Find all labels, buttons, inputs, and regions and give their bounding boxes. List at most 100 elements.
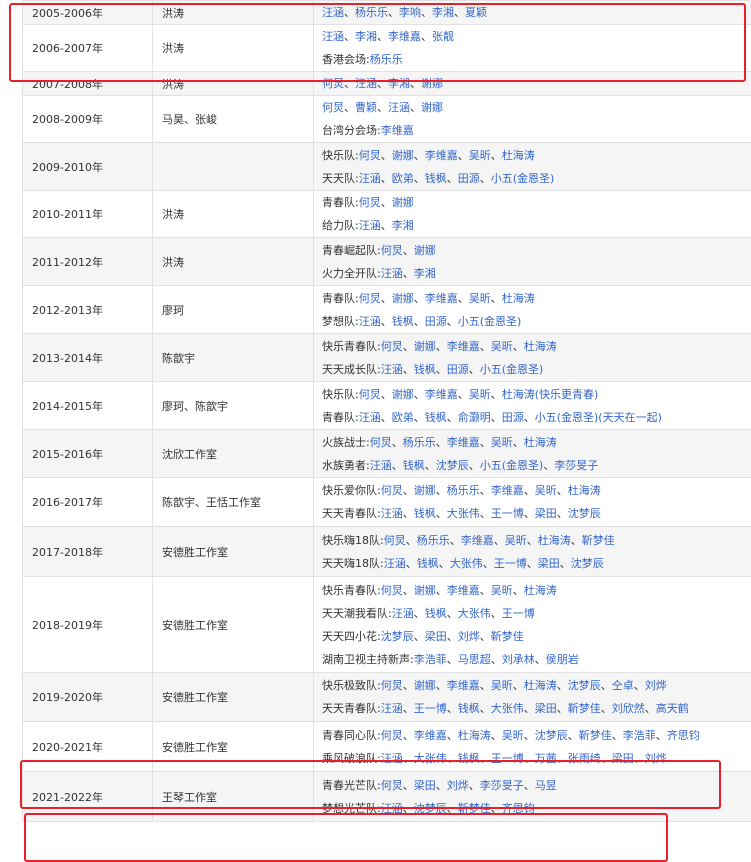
- host-name-link[interactable]: 何炅: [381, 679, 403, 692]
- host-name-link[interactable]: 刘烨: [645, 679, 667, 692]
- host-name-link[interactable]: 谢娜: [392, 196, 414, 209]
- host-name-link[interactable]: 吴昕: [491, 679, 513, 692]
- host-name-link[interactable]: 汪涵: [381, 752, 403, 765]
- host-name-link[interactable]: 李莎旻子: [554, 459, 598, 472]
- host-name-link[interactable]: 汪涵: [355, 77, 377, 90]
- host-name-link[interactable]: 杜海涛: [538, 534, 571, 547]
- host-name-link[interactable]: 张靓: [432, 30, 454, 43]
- host-name-link[interactable]: 李湘: [432, 6, 454, 19]
- host-name-link[interactable]: 小五(金恩圣): [458, 315, 522, 328]
- host-name-link[interactable]: 谢娜: [414, 340, 436, 353]
- host-name-link[interactable]: 王一博: [502, 607, 535, 620]
- host-name-link[interactable]: 杜海涛: [502, 292, 535, 305]
- host-name-link[interactable]: 汪涵: [359, 219, 381, 232]
- host-name-link[interactable]: 齐思钧: [502, 802, 535, 815]
- host-name-link[interactable]: 杨乐乐: [417, 534, 450, 547]
- host-name-link[interactable]: 汪涵: [381, 363, 403, 376]
- host-name-link[interactable]: 高天鹤: [656, 702, 689, 715]
- host-name-link[interactable]: 李湘: [388, 77, 410, 90]
- host-name-link[interactable]: 谢娜: [414, 584, 436, 597]
- host-name-link[interactable]: 李莎旻子: [480, 779, 524, 792]
- host-name-link[interactable]: 吴昕: [535, 484, 557, 497]
- host-name-link[interactable]: 杜海涛: [502, 149, 535, 162]
- host-name-link[interactable]: 小五(金恩圣)(天天在一起): [535, 411, 662, 424]
- host-name-link[interactable]: 钱枫: [414, 363, 436, 376]
- host-name-link[interactable]: 何炅: [370, 436, 392, 449]
- host-name-link[interactable]: 汪涵: [322, 6, 344, 19]
- host-name-link[interactable]: 杜海涛: [568, 484, 601, 497]
- host-name-link[interactable]: 谢娜: [414, 679, 436, 692]
- host-name-link[interactable]: 梁田: [535, 507, 557, 520]
- host-name-link[interactable]: 吴昕: [469, 149, 491, 162]
- host-name-link[interactable]: 李响: [399, 6, 421, 19]
- host-name-link[interactable]: 杨乐乐: [355, 6, 388, 19]
- host-name-link[interactable]: 李湘: [355, 30, 377, 43]
- host-name-link[interactable]: 刘烨: [447, 779, 469, 792]
- host-name-link[interactable]: 李维嘉: [414, 729, 447, 742]
- host-name-link[interactable]: 王一博: [491, 752, 524, 765]
- host-name-link[interactable]: 钱枫: [425, 411, 447, 424]
- host-name-link[interactable]: 大张伟: [447, 507, 480, 520]
- host-name-link[interactable]: 侯朋岩: [546, 653, 579, 666]
- host-name-link[interactable]: 钱枫: [458, 752, 480, 765]
- host-name-link[interactable]: 靳梦佳: [579, 729, 612, 742]
- host-name-link[interactable]: 田源: [447, 363, 469, 376]
- host-name-link[interactable]: 谢娜: [392, 388, 414, 401]
- host-name-link[interactable]: 钱枫: [425, 607, 447, 620]
- host-name-link[interactable]: 吴昕: [491, 436, 513, 449]
- host-name-link[interactable]: 钱枫: [458, 702, 480, 715]
- host-name-link[interactable]: 齐思钧: [667, 729, 700, 742]
- host-name-link[interactable]: 汪涵: [359, 172, 381, 185]
- host-name-link[interactable]: 汪涵: [359, 411, 381, 424]
- host-name-link[interactable]: 杨乐乐: [403, 436, 436, 449]
- host-name-link[interactable]: 靳梦佳: [582, 534, 615, 547]
- host-name-link[interactable]: 钱枫: [392, 315, 414, 328]
- host-name-link[interactable]: 何炅: [359, 149, 381, 162]
- host-name-link[interactable]: 曹颖: [355, 101, 377, 114]
- host-name-link[interactable]: 小五(金恩圣): [491, 172, 555, 185]
- host-name-link[interactable]: 梁田: [425, 630, 447, 643]
- host-name-link[interactable]: 杜海涛: [524, 340, 557, 353]
- host-name-link[interactable]: 王一博: [414, 702, 447, 715]
- host-name-link[interactable]: 田源: [502, 411, 524, 424]
- host-name-link[interactable]: 欧弟: [392, 172, 414, 185]
- host-name-link[interactable]: 欧弟: [392, 411, 414, 424]
- host-name-link[interactable]: 汪涵: [384, 557, 406, 570]
- host-name-link[interactable]: 靳梦佳: [568, 702, 601, 715]
- host-name-link[interactable]: 李湘: [414, 267, 436, 280]
- host-name-link[interactable]: 田源: [425, 315, 447, 328]
- host-name-link[interactable]: 汪涵: [388, 101, 410, 114]
- host-name-link[interactable]: 何炅: [322, 101, 344, 114]
- host-name-link[interactable]: 刘承林: [502, 653, 535, 666]
- host-name-link[interactable]: 吴昕: [505, 534, 527, 547]
- host-name-link[interactable]: 杨乐乐: [370, 53, 403, 66]
- host-name-link[interactable]: 大张伟: [450, 557, 483, 570]
- host-name-link[interactable]: 汪涵: [322, 30, 344, 43]
- host-name-link[interactable]: 何炅: [381, 484, 403, 497]
- host-name-link[interactable]: 何炅: [381, 340, 403, 353]
- host-name-link[interactable]: 俞灏明: [458, 411, 491, 424]
- host-name-link[interactable]: 李维嘉: [381, 124, 414, 137]
- host-name-link[interactable]: 李维嘉: [491, 484, 524, 497]
- host-name-link[interactable]: 王一博: [494, 557, 527, 570]
- host-name-link[interactable]: 何炅: [384, 534, 406, 547]
- host-name-link[interactable]: 沈梦辰: [571, 557, 604, 570]
- host-name-link[interactable]: 杜海涛: [524, 436, 557, 449]
- host-name-link[interactable]: 田源: [458, 172, 480, 185]
- host-name-link[interactable]: 李浩菲: [414, 653, 447, 666]
- host-name-link[interactable]: 李维嘉: [447, 340, 480, 353]
- host-name-link[interactable]: 马昱: [535, 779, 557, 792]
- host-name-link[interactable]: 小五(金恩圣): [480, 363, 544, 376]
- host-name-link[interactable]: 靳梦佳: [458, 802, 491, 815]
- host-name-link[interactable]: 李维嘉: [447, 584, 480, 597]
- host-name-link[interactable]: 沈梦辰: [568, 679, 601, 692]
- host-name-link[interactable]: 夏颖: [465, 6, 487, 19]
- host-name-link[interactable]: 沈梦辰: [436, 459, 469, 472]
- host-name-link[interactable]: 汪涵: [381, 802, 403, 815]
- host-name-link[interactable]: 沈梦辰: [381, 630, 414, 643]
- host-name-link[interactable]: 谢娜: [392, 149, 414, 162]
- host-name-link[interactable]: 沈梦辰: [535, 729, 568, 742]
- host-name-link[interactable]: 万茜: [535, 752, 557, 765]
- host-name-link[interactable]: 何炅: [381, 584, 403, 597]
- host-name-link[interactable]: 李维嘉: [425, 149, 458, 162]
